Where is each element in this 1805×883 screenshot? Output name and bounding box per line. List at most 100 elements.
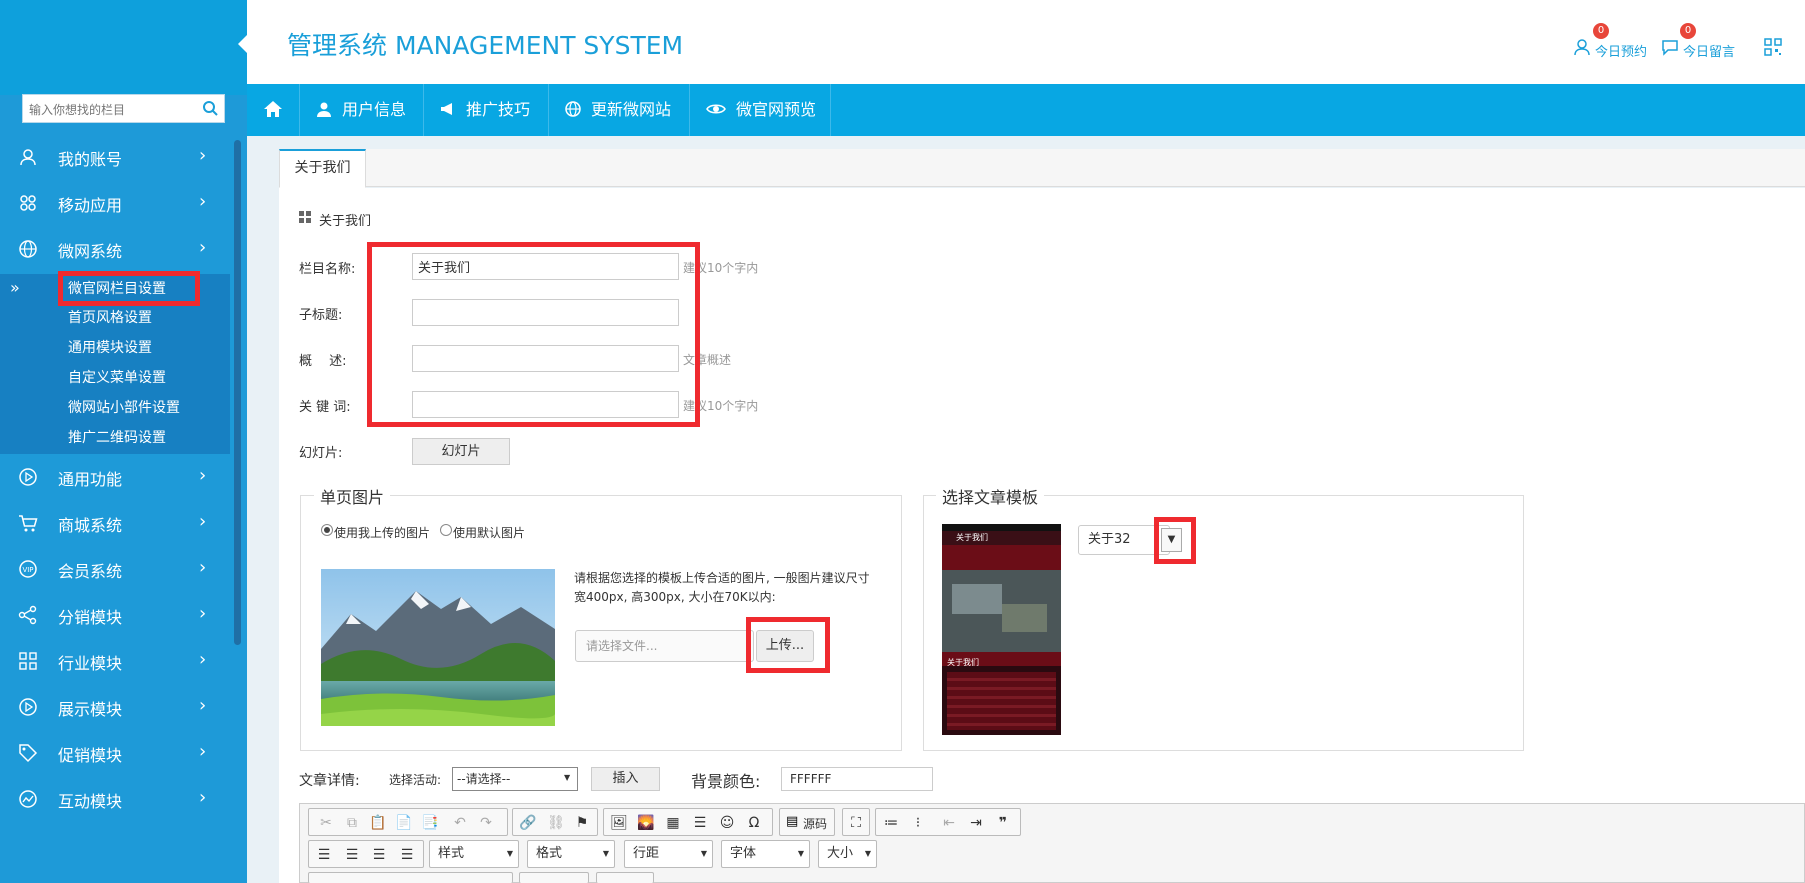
smiley-icon[interactable]: ☺ [714, 809, 740, 837]
style-combo[interactable]: 样式 ▼ [429, 840, 519, 868]
tab-about-us[interactable]: 关于我们 [279, 149, 366, 188]
globe-icon [565, 101, 581, 117]
sidebar-item-common-functions[interactable]: 通用功能 › [0, 454, 230, 500]
horizontal-rule-icon[interactable]: ☰ [687, 809, 713, 837]
sidebar-search-input[interactable] [23, 95, 201, 124]
anchor-flag-icon[interactable]: ⚑ [569, 809, 595, 837]
sidebar-item-mobile-apps[interactable]: 移动应用 › [0, 180, 230, 226]
radio-default[interactable] [440, 524, 452, 536]
bg-color-input[interactable] [781, 767, 933, 791]
search-icon[interactable] [202, 100, 218, 116]
picture-icon[interactable]: 🌄 [633, 809, 659, 837]
grid-icon [299, 211, 311, 223]
nav-preview-site[interactable]: 微官网预览 [690, 84, 831, 136]
paste-text-icon[interactable]: 📄 [391, 809, 417, 837]
nav-update-site[interactable]: 更新微网站 [549, 84, 690, 136]
link-icon[interactable]: 🔗 [515, 809, 541, 837]
eye-icon [706, 104, 726, 114]
sidebar-item-industry[interactable]: 行业模块 › [0, 638, 230, 684]
unlink-icon[interactable]: ⛓ [543, 809, 569, 837]
sidebar-item-promotion[interactable]: 促销模块 › [0, 730, 230, 776]
home-button[interactable] [247, 84, 300, 136]
caret-down-icon: ▼ [864, 849, 871, 858]
sidebar-item-micro-site[interactable]: 微网系统 › [0, 226, 230, 272]
template-legend: 选择文章模板 [936, 484, 1045, 508]
nav-user-info[interactable]: 用户信息 [300, 84, 424, 136]
sidebar-footer [0, 822, 247, 883]
radio-upload[interactable] [321, 524, 333, 536]
line-height-combo[interactable]: 行距 ▼ [624, 840, 713, 868]
sidebar-item-interaction[interactable]: 互动模块 › [0, 776, 230, 822]
user-icon [317, 102, 331, 117]
nav-promotion-tips[interactable]: 推广技巧 [424, 84, 549, 136]
sidebar-item-distribution[interactable]: 分销模块 › [0, 592, 230, 638]
sidebar-item-label: 行业模块 [58, 654, 123, 673]
align-left-icon[interactable]: ☰ [311, 841, 337, 869]
sidebar-item-label: 会员系统 [58, 562, 123, 581]
font-combo[interactable]: 字体 ▼ [721, 840, 810, 868]
undo-icon[interactable]: ↶ [447, 809, 473, 837]
maximize-button[interactable]: ⛶ [842, 808, 870, 836]
paste-icon[interactable]: 📋 [365, 809, 391, 837]
submenu-item-module-settings[interactable]: 通用模块设置 [68, 337, 218, 359]
bullet-list-icon[interactable]: ⁝ [905, 809, 931, 837]
indent-icon[interactable]: ⇥ [963, 809, 989, 837]
double-chevron-icon: » [10, 278, 20, 297]
chart-icon [19, 790, 37, 808]
omega-icon[interactable]: Ω [741, 809, 767, 837]
play-icon [19, 698, 37, 716]
size-combo[interactable]: 大小 ▼ [818, 840, 877, 868]
user-icon [1574, 39, 1590, 56]
slides-button[interactable]: 幻灯片 [412, 438, 510, 465]
submenu-item-custom-menu[interactable]: 自定义菜单设置 [68, 367, 218, 389]
qrcode-icon[interactable] [1764, 38, 1782, 56]
grid-icon [19, 652, 37, 670]
sidebar-scrollbar[interactable] [234, 140, 241, 645]
sidebar-item-members[interactable]: VIP 会员系统 › [0, 546, 230, 592]
cart-icon [19, 515, 38, 532]
outdent-icon[interactable]: ⇤ [936, 809, 962, 837]
sidebar-item-label: 分销模块 [58, 608, 123, 627]
section-title: 关于我们 [319, 214, 372, 229]
paste-word-icon[interactable]: 📑 [417, 809, 443, 837]
chevron-right-icon: › [199, 237, 207, 258]
submenu-item-qrcode[interactable]: 推广二维码设置 [68, 427, 218, 449]
sidebar-item-mall[interactable]: 商城系统 › [0, 500, 230, 546]
source-button[interactable]: ▤ 源码 [779, 808, 835, 836]
maximize-icon: ⛶ [851, 815, 861, 831]
sidebar-item-display[interactable]: 展示模块 › [0, 684, 230, 730]
numbered-list-icon[interactable]: ≔ [878, 809, 904, 837]
sidebar-item-label: 微网系统 [58, 242, 123, 261]
format-combo[interactable]: 格式 ▼ [527, 840, 615, 868]
copy-icon[interactable]: ⧉ [339, 809, 365, 837]
sidebar-item-label: 通用功能 [58, 470, 123, 489]
slides-label: 幻灯片: [299, 446, 343, 461]
redo-icon[interactable]: ↷ [473, 809, 499, 837]
sidebar-item-account[interactable]: 我的账号 › [0, 134, 230, 180]
sidebar-item-label: 我的账号 [58, 150, 123, 169]
activity-select[interactable]: --请选择-- [452, 767, 578, 791]
phone-title: 关于我们 [942, 531, 1061, 545]
toolbar-clipboard-group: ✂ ⧉ 📋 📄 📑 ↶ ↷ [308, 808, 508, 836]
bg-color-label: 背景颜色: [691, 772, 761, 791]
submenu-item-home-style[interactable]: 首页风格设置 [68, 307, 218, 329]
insert-button[interactable]: 插入 [591, 767, 660, 791]
chevron-right-icon: › [199, 695, 207, 716]
highlight-box [367, 242, 700, 427]
align-center-icon[interactable]: ☰ [339, 841, 365, 869]
toolbar-align-group: ☰ ☰ ☰ ☰ [308, 840, 424, 868]
align-right-icon[interactable]: ☰ [366, 841, 392, 869]
table-icon[interactable]: ▦ [660, 809, 686, 837]
justify-icon[interactable]: ☰ [394, 841, 420, 869]
blockquote-icon[interactable]: ❞ [990, 809, 1016, 837]
detail-label: 文章详情: [299, 773, 360, 789]
caret-down-icon: ▼ [700, 849, 707, 858]
sidebar-item-label: 互动模块 [58, 792, 123, 811]
chevron-right-icon: › [199, 557, 207, 578]
image-icon[interactable]: 🖼 [606, 809, 632, 837]
cut-icon[interactable]: ✂ [313, 809, 339, 837]
chevron-right-icon: › [199, 603, 207, 624]
file-input[interactable]: 请选择文件... [575, 630, 754, 662]
submenu-item-widgets[interactable]: 微网站小部件设置 [68, 397, 218, 419]
caret-down-icon: ▼ [564, 773, 571, 782]
